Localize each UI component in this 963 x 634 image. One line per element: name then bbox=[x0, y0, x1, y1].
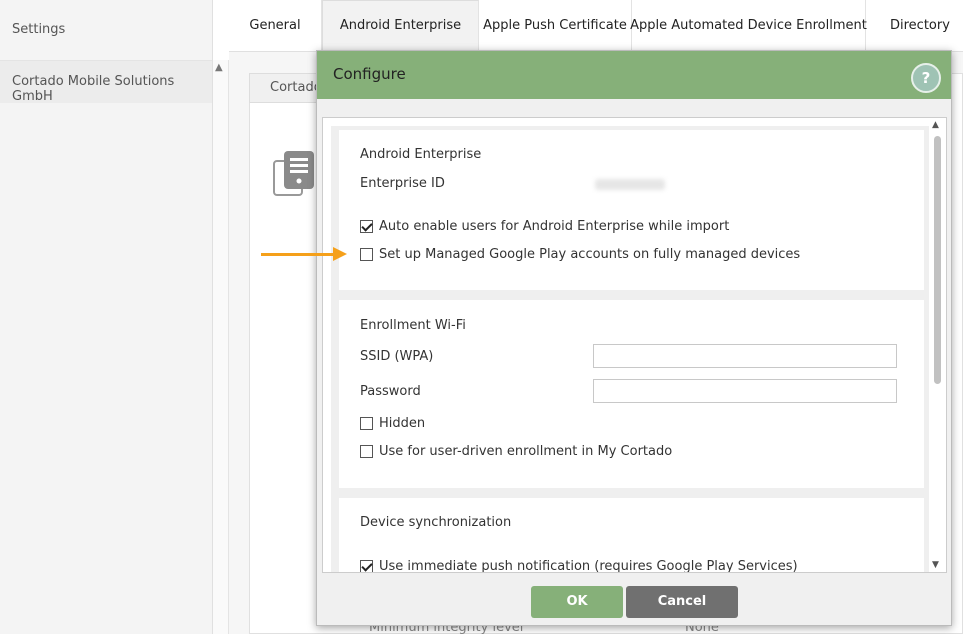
tab-label: Apple Automated Device Enrollment bbox=[630, 17, 867, 33]
tab-android-enterprise[interactable]: Android Enterprise bbox=[322, 0, 479, 50]
checkbox-icon[interactable] bbox=[360, 248, 373, 261]
sidebar-item-label: Settings bbox=[12, 22, 66, 37]
scroll-up-icon[interactable]: ▲ bbox=[215, 62, 223, 73]
section-title: Enrollment Wi-Fi bbox=[360, 318, 466, 333]
android-enterprise-section: Android Enterprise Enterprise ID Auto en… bbox=[339, 130, 924, 290]
checkbox-label: Auto enable users for Android Enterprise… bbox=[379, 219, 730, 234]
page-scrollbar[interactable] bbox=[213, 60, 229, 634]
tab-label: Android Enterprise bbox=[339, 18, 462, 33]
section-title: Device synchronization bbox=[360, 515, 512, 530]
password-label: Password bbox=[360, 384, 421, 399]
dialog-body: Android Enterprise Enterprise ID Auto en… bbox=[322, 117, 947, 573]
checkbox-icon[interactable] bbox=[360, 417, 373, 430]
scroll-down-icon[interactable]: ▼ bbox=[932, 560, 939, 570]
ok-button[interactable]: OK bbox=[531, 586, 623, 618]
tab-directory[interactable]: Directory bbox=[866, 0, 950, 50]
tab-bar: General Android Enterprise Apple Push Ce… bbox=[229, 0, 963, 52]
managed-play-checkbox-row[interactable]: Set up Managed Google Play accounts on f… bbox=[360, 247, 800, 262]
enrollment-wifi-section: Enrollment Wi-Fi SSID (WPA) Password Hid… bbox=[339, 300, 924, 488]
ssid-input[interactable] bbox=[593, 344, 897, 368]
tab-label: Apple Push Certificate bbox=[483, 17, 627, 33]
checkbox-icon[interactable] bbox=[360, 445, 373, 458]
arrow-annotation-head bbox=[333, 247, 347, 261]
scrollbar-thumb[interactable] bbox=[934, 136, 941, 384]
tab-apple-push-certificate[interactable]: Apple Push Certificate bbox=[479, 0, 632, 50]
checkbox-label: Hidden bbox=[379, 416, 426, 431]
checkbox-label: Use for user-driven enrollment in My Cor… bbox=[379, 444, 673, 459]
push-notification-checkbox-row[interactable]: Use immediate push notification (require… bbox=[360, 559, 798, 573]
checkbox-icon[interactable] bbox=[360, 560, 373, 572]
ssid-label: SSID (WPA) bbox=[360, 349, 434, 364]
hidden-checkbox-row[interactable]: Hidden bbox=[360, 416, 425, 431]
checkbox-label: Set up Managed Google Play accounts on f… bbox=[379, 247, 801, 262]
auto-enable-checkbox-row[interactable]: Auto enable users for Android Enterprise… bbox=[360, 219, 729, 234]
sidebar-item-settings[interactable]: Settings bbox=[0, 0, 212, 61]
enterprise-id-label: Enterprise ID bbox=[360, 176, 445, 191]
tab-apple-automated-device-enrollment[interactable]: Apple Automated Device Enrollment bbox=[630, 0, 867, 50]
enterprise-id-value bbox=[595, 179, 665, 190]
server-icon bbox=[273, 151, 314, 196]
dialog-header: Configure ? bbox=[317, 51, 951, 99]
password-input[interactable] bbox=[593, 379, 897, 403]
user-driven-checkbox-row[interactable]: Use for user-driven enrollment in My Cor… bbox=[360, 444, 672, 459]
sidebar: Settings Cortado Mobile Solutions GmbH bbox=[0, 0, 213, 634]
sidebar-item-organization[interactable]: Cortado Mobile Solutions GmbH bbox=[0, 61, 212, 104]
dialog-scrollbar[interactable]: ▲ ▼ bbox=[930, 120, 944, 570]
configure-dialog: Configure ? Android Enterprise Enterpris… bbox=[316, 50, 952, 626]
cancel-button[interactable]: Cancel bbox=[626, 586, 738, 618]
section-title: Android Enterprise bbox=[360, 147, 482, 162]
dialog-title: Configure bbox=[333, 65, 406, 83]
tab-label: General bbox=[249, 17, 301, 33]
arrow-annotation-icon bbox=[261, 253, 337, 256]
checkbox-label: Use immediate push notification (require… bbox=[379, 559, 798, 573]
tab-general[interactable]: General bbox=[229, 0, 322, 50]
device-sync-section: Device synchronization Use immediate pus… bbox=[339, 498, 924, 573]
tab-label: Directory bbox=[890, 17, 950, 33]
sidebar-item-label: Cortado Mobile Solutions GmbH bbox=[12, 74, 175, 104]
dialog-footer: OK Cancel bbox=[317, 573, 951, 625]
scroll-up-icon[interactable]: ▲ bbox=[932, 120, 939, 130]
dialog-scroll-area: Android Enterprise Enterprise ID Auto en… bbox=[331, 126, 929, 572]
checkbox-icon[interactable] bbox=[360, 220, 373, 233]
help-icon[interactable]: ? bbox=[911, 63, 941, 93]
